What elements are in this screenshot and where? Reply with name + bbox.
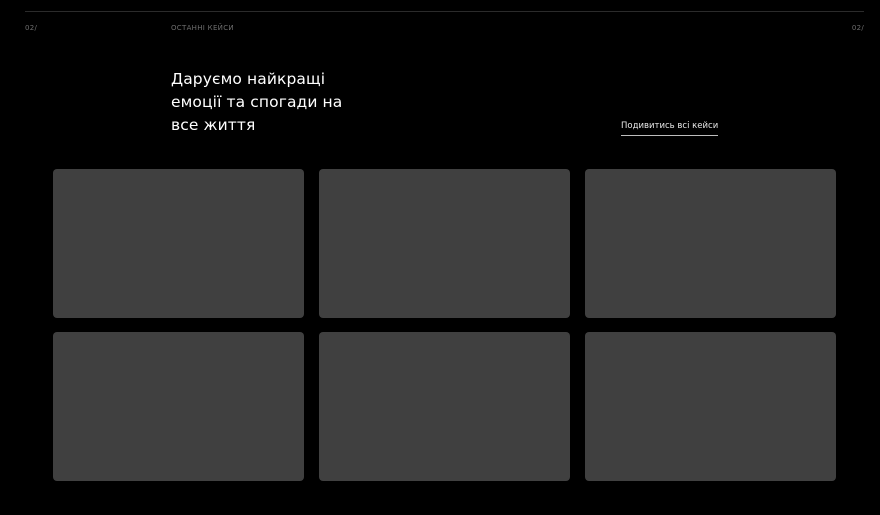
case-card-3[interactable]: [585, 169, 836, 318]
cases-grid: [53, 169, 836, 481]
section-index-left: 02/: [25, 24, 38, 32]
case-card-6[interactable]: [585, 332, 836, 481]
case-card-4[interactable]: [53, 332, 304, 481]
section-label: ОСТАННІ КЕЙСИ: [171, 24, 234, 32]
section-headline: Даруємо найкращі емоції та спогади на вс…: [171, 70, 343, 134]
section-index-right: 02/: [851, 24, 864, 32]
view-all-cases-link[interactable]: Подивитись всі кейси: [621, 121, 719, 136]
case-card-2[interactable]: [319, 169, 570, 318]
top-divider: [25, 11, 864, 12]
case-card-1[interactable]: [53, 169, 304, 318]
case-card-5[interactable]: [319, 332, 570, 481]
